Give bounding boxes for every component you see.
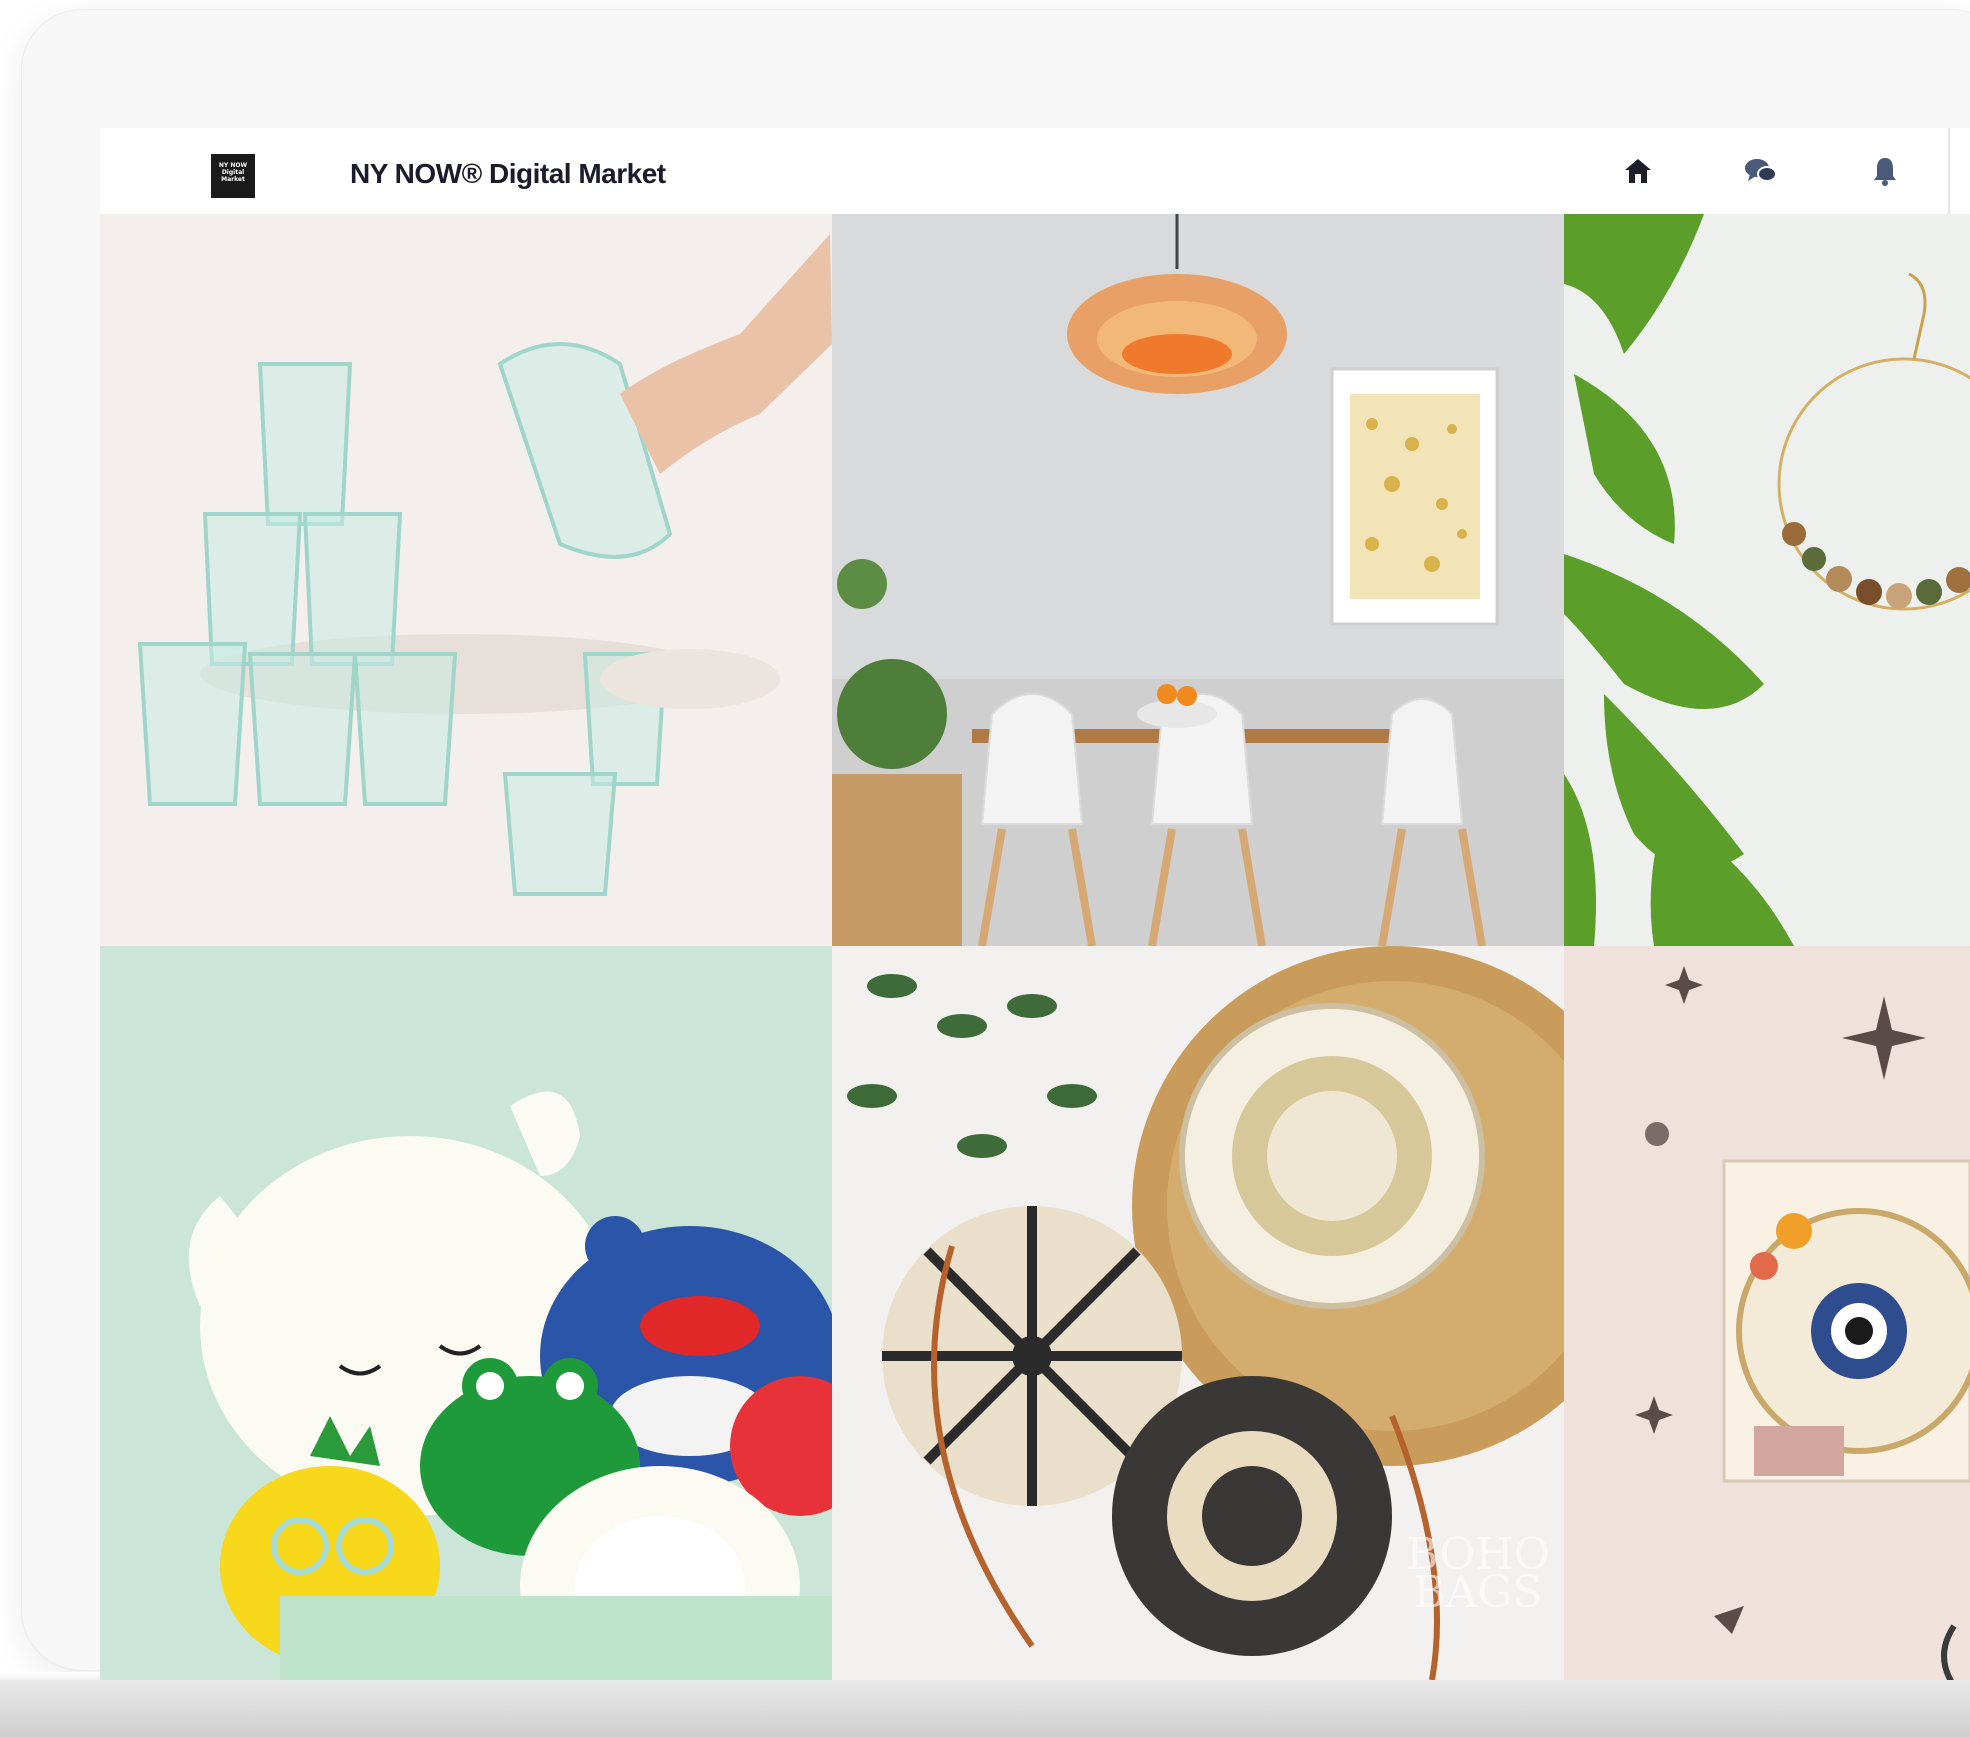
- bell-icon[interactable]: [1868, 154, 1902, 188]
- chat-icon[interactable]: [1744, 154, 1778, 188]
- product-tile-earrings[interactable]: [1564, 214, 1970, 946]
- home-icon[interactable]: [1621, 154, 1655, 188]
- glassware-image: [137, 234, 832, 896]
- app-screen: NY NOW Digital Market NY NOW® Digital Ma…: [100, 128, 1970, 1680]
- embroidery-kit-image: [1564, 946, 1970, 1680]
- top-navigation-bar: NY NOW Digital Market NY NOW® Digital Ma…: [100, 128, 1970, 214]
- app-title: NY NOW® Digital Market: [350, 158, 666, 189]
- product-tile-embroidery-kit[interactable]: [1564, 946, 1970, 1680]
- brand-watermark: BOHO BAGS: [1406, 1529, 1550, 1618]
- product-tile-plush-toys[interactable]: [100, 946, 832, 1680]
- dining-room-image: [832, 214, 1564, 946]
- product-tile-glassware[interactable]: [100, 214, 832, 946]
- brand-logo[interactable]: NY NOW Digital Market: [211, 154, 255, 198]
- plush-toys-image: [100, 946, 832, 1680]
- nav-divider: [1948, 128, 1950, 214]
- product-tile-rattan-bags[interactable]: BOHO BAGS: [832, 946, 1564, 1680]
- product-tile-pendant-lamp[interactable]: [832, 214, 1564, 946]
- device-base: [0, 1680, 1970, 1737]
- earrings-image: [1564, 214, 1970, 946]
